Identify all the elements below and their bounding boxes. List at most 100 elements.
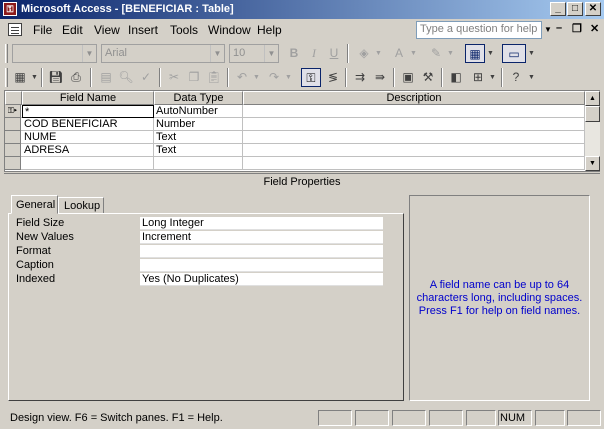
description-cell[interactable] [243,105,585,118]
table-row[interactable]: ADRESA Text [5,144,585,157]
new-values-input[interactable]: Increment [140,231,383,244]
field-name-cell[interactable]: ADRESA [22,144,154,157]
underline-button[interactable]: U [324,44,344,63]
chevron-down-icon[interactable]: ▼ [410,44,418,63]
bold-button[interactable]: B [284,44,304,63]
table-window-icon[interactable] [8,23,22,36]
field-name-cell[interactable]: * [22,105,154,118]
primary-key-row-icon[interactable]: ⚿▸ [5,105,21,118]
redo-icon[interactable]: ↷ [264,68,284,87]
table-row[interactable]: NUME Text [5,131,585,144]
special-effect-icon[interactable]: ▭ [502,44,526,63]
field-name-cell[interactable]: NUME [22,131,154,144]
toolbar-grip[interactable] [5,44,8,63]
menu-help[interactable]: Help [257,23,282,37]
chevron-down-icon[interactable]: ▼ [489,68,497,87]
chevron-down-icon[interactable]: ▼ [375,44,383,63]
format-input[interactable] [140,245,383,258]
tab-lookup[interactable]: Lookup [58,197,104,214]
save-icon[interactable]: 💾︎ [46,68,66,87]
chevron-down-icon[interactable]: ▼ [447,44,455,63]
description-cell[interactable] [243,157,585,170]
row-selector[interactable] [5,118,21,131]
tab-general[interactable]: General [11,195,58,214]
doc-close-button[interactable]: ✕ [590,22,599,35]
description-cell[interactable] [243,118,585,131]
doc-restore-button[interactable]: ❐ [572,22,582,35]
select-all-header[interactable] [5,91,22,105]
scroll-thumb[interactable] [585,106,600,122]
menu-window[interactable]: Window [208,23,251,37]
fill-color-icon[interactable]: ◈ [354,44,374,63]
view-icon[interactable]: ▦ [10,68,30,87]
maximize-button[interactable]: □ [567,2,583,16]
toolbar-separator [227,68,229,87]
scroll-down-icon[interactable]: ▼ [585,156,600,171]
menu-tools[interactable]: Tools [170,23,198,37]
chevron-down-icon[interactable]: ▼ [528,68,536,87]
font-size-value: 10 [233,47,246,59]
chevron-down-icon[interactable]: ▼ [31,68,39,87]
caption-input[interactable] [140,259,383,272]
row-selector[interactable] [5,144,21,157]
row-selector[interactable] [5,157,21,170]
table-row[interactable]: COD BENEFICIAR Number [5,118,585,131]
print-preview-icon[interactable]: ⎙ [66,68,86,87]
grid-vertical-scrollbar[interactable]: ▲ ▼ [585,91,600,171]
print-preview-disabled-icon[interactable]: 🔍︎ [116,68,136,87]
properties-icon[interactable]: ▣ [398,68,418,87]
paste-icon[interactable]: 📋︎ [204,68,224,87]
help-question-input[interactable]: Type a question for help [416,21,542,39]
chevron-down-icon[interactable]: ▼ [253,68,261,87]
delete-rows-icon[interactable]: ⇛ [370,68,390,87]
primary-key-icon[interactable]: ⚿ [301,68,321,87]
spelling-icon[interactable]: ✓ [136,68,156,87]
object-combo[interactable]: ▼ [12,44,97,63]
gridlines-icon[interactable]: ▦ [465,44,485,63]
access-key-icon[interactable]: ⚿ [3,2,17,16]
database-window-icon[interactable]: ◧ [446,68,466,87]
field-name-cell[interactable] [22,157,154,170]
menu-file[interactable]: File [33,23,52,37]
chevron-down-icon[interactable]: ▼ [285,68,293,87]
cut-icon[interactable]: ✂ [164,68,184,87]
indexed-input[interactable]: Yes (No Duplicates) [140,273,383,286]
print-icon[interactable]: ▤ [96,68,116,87]
new-object-icon[interactable]: ⊞ [468,68,488,87]
line-color-icon[interactable]: ✎ [426,44,446,63]
undo-icon[interactable]: ↶ [232,68,252,87]
data-type-cell[interactable]: Text [154,144,243,157]
doc-minimize-button[interactable]: – [556,22,562,34]
data-type-cell[interactable]: Text [154,131,243,144]
description-cell[interactable] [243,144,585,157]
field-name-cell[interactable]: COD BENEFICIAR [22,118,154,131]
menu-edit[interactable]: Edit [62,23,83,37]
copy-icon[interactable]: ❐ [184,68,204,87]
help-dropdown-arrow-icon[interactable]: ▼ [542,21,554,39]
minimize-button[interactable]: _ [550,2,566,16]
chevron-down-icon[interactable]: ▼ [487,44,495,63]
font-size-combo[interactable]: 10 ▼ [229,44,279,63]
indexes-icon[interactable]: ≶ [323,68,343,87]
table-row[interactable] [5,157,585,170]
italic-button[interactable]: I [304,44,324,63]
help-icon[interactable]: ? [506,68,526,87]
field-size-input[interactable]: Long Integer [140,217,383,230]
font-name-combo[interactable]: Arial ▼ [101,44,225,63]
insert-rows-icon[interactable]: ⇉ [350,68,370,87]
close-button[interactable]: ✕ [585,2,601,16]
menu-view[interactable]: View [94,23,120,37]
toolbar-grip[interactable] [5,68,8,87]
description-cell[interactable] [243,131,585,144]
chevron-down-icon[interactable]: ▼ [528,44,536,63]
data-type-cell[interactable] [154,157,243,170]
data-type-cell[interactable]: Number [154,118,243,131]
table-row[interactable]: ⚿▸ * AutoNumber [5,105,585,118]
font-color-icon[interactable]: A [389,44,409,63]
font-name-value: Arial [105,47,128,59]
row-selector[interactable] [5,131,21,144]
data-type-cell[interactable]: AutoNumber [154,105,243,118]
scroll-up-icon[interactable]: ▲ [585,91,600,106]
menu-insert[interactable]: Insert [128,23,158,37]
build-icon[interactable]: ⚒ [418,68,438,87]
